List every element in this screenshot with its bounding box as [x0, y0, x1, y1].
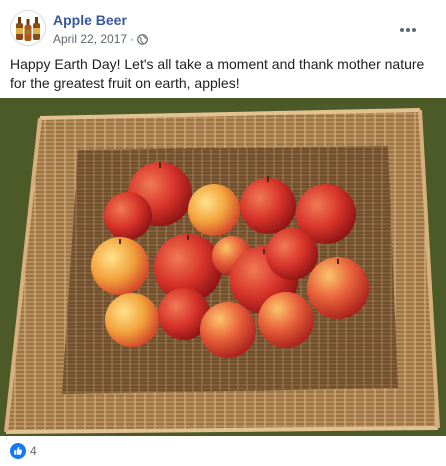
post-meta: April 22, 2017 ·: [53, 32, 148, 46]
like-count[interactable]: 4: [30, 444, 37, 458]
thumbs-up-icon: [10, 443, 26, 459]
facebook-post: Apple Beer April 22, 2017 · Happy Earth …: [0, 0, 446, 466]
page-name[interactable]: Apple Beer: [53, 12, 127, 28]
page-avatar[interactable]: [10, 10, 46, 46]
post-header: Apple Beer April 22, 2017 ·: [10, 10, 430, 50]
more-options-icon[interactable]: [398, 20, 418, 32]
post-photo[interactable]: [0, 98, 446, 436]
reactions-bar[interactable]: 4: [10, 442, 37, 460]
post-text: Happy Earth Day! Let's all take a moment…: [10, 56, 425, 91]
globe-icon[interactable]: [137, 33, 148, 45]
meta-separator: ·: [130, 32, 135, 46]
post-date[interactable]: April 22, 2017: [53, 32, 127, 46]
